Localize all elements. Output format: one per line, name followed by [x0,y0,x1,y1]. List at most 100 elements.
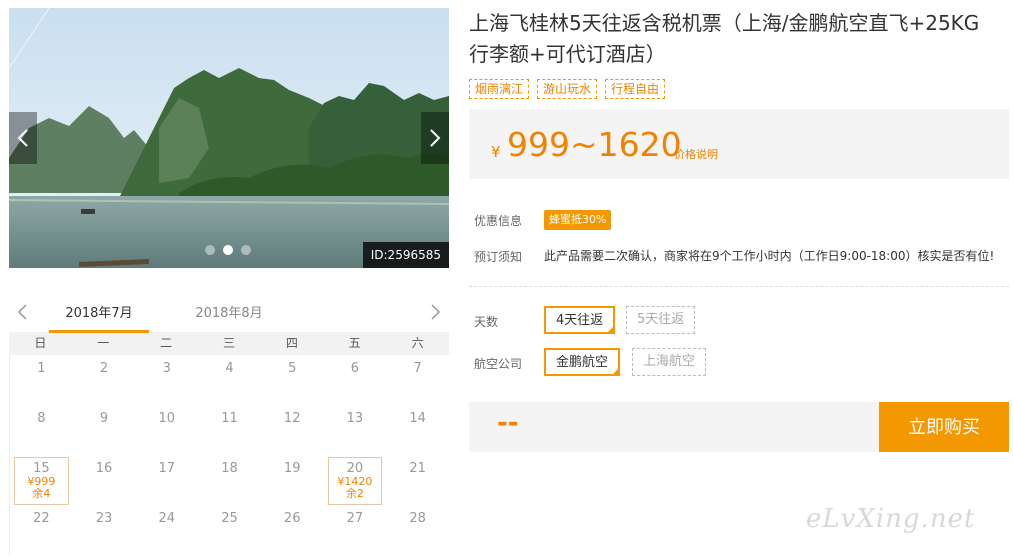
day-number: 13 [346,411,364,426]
calendar-day: 18 [198,455,261,505]
weekday-label: 五 [348,336,361,350]
weekday-header: 日 一 二 三 四 五 六 [9,332,449,355]
weekday-label: 四 [285,336,298,350]
calendar-day: 23 [73,505,136,555]
day-number: 28 [409,511,426,526]
photo-id-label: ID:2596585 [362,242,449,268]
slide-dot[interactable] [205,245,215,255]
calendar-day: 28 [386,505,449,555]
day-number: 11 [221,411,238,426]
calendar-day: 10 [135,405,198,455]
booking-notice-text: 此产品需要二次确认，商家将在9个工作小时内（工作日9:00-18:00）核实是否… [544,249,995,263]
calendar-day: 16 [73,455,136,505]
tag-label: 游山玩水 [537,79,598,99]
day-number: 24 [158,511,176,526]
calendar-day: 7 [386,355,449,405]
option-airline-jinpeng[interactable]: 金鹏航空 [544,348,621,376]
selected-price: -- [497,408,519,438]
calendar-day: 3 [135,355,198,405]
day-number: 26 [283,511,301,526]
calendar-day: 19 [261,455,324,505]
calendar-day: 6 [324,355,387,405]
day-number: 8 [37,411,46,426]
calendar-day: 12 [261,405,324,455]
day-number: 10 [158,411,176,426]
day-number: 16 [95,461,113,476]
selected-price-bar: -- [469,402,879,452]
calendar-day: 2 [73,355,136,405]
calendar-day: 21 [386,455,449,505]
weekday-label: 六 [411,336,424,350]
weekday-label: 日 [34,336,47,350]
day-number: 12 [283,411,301,426]
calendar-day: 22 [10,505,73,555]
calendar-day: 8 [10,405,73,455]
calendar-day-available[interactable]: 20 ¥1420 余2 [324,455,387,505]
gallery-prev-button[interactable] [9,112,37,164]
calendar-header: 2018年7月 2018年8月 [9,296,449,333]
calendar-day: 11 [198,405,261,455]
calendar-next-month-icon[interactable] [425,302,445,322]
day-number: 25 [221,511,238,526]
day-number: 3 [162,361,171,376]
day-number: 14 [409,411,426,426]
chevron-right-icon [430,129,441,147]
product-tags: 烟雨漓江 游山玩水 行程自由 [469,79,666,99]
buy-now-button[interactable]: 立即购买 [879,402,1009,452]
calendar-day: 17 [135,455,198,505]
calendar-day: 14 [386,405,449,455]
month-tab-august[interactable]: 2018年8月 [179,302,279,330]
day-number: 2 [99,361,109,376]
day-number: 4 [225,361,234,376]
product-title: 上海飞桂林5天往返含税机票（上海/金鹏航空直飞+25KG行李额+可代订酒店） [469,11,980,66]
day-number: 27 [346,511,364,526]
month-tab-july[interactable]: 2018年7月 [49,302,149,333]
day-number: 19 [283,461,301,476]
notice-label: 预订须知 [474,250,523,264]
calendar-day: 26 [261,505,324,555]
chevron-left-icon [17,129,28,147]
slide-dot[interactable] [241,245,251,255]
promo-label: 优惠信息 [474,214,523,228]
calendar-day: 5 [261,355,324,405]
slide-dot-active[interactable] [223,245,233,255]
calendar-day: 24 [135,505,198,555]
option-4-day-round-trip[interactable]: 4天往返 [544,306,616,334]
tag-label: 行程自由 [605,79,666,99]
available-day-frame [327,457,383,505]
section-divider [469,286,1009,287]
day-number: 23 [95,511,113,526]
scenery-photo [9,8,449,268]
photo-gallery: ID:2596585 [9,8,449,268]
slide-indicators [205,245,251,255]
gallery-next-button[interactable] [421,112,449,164]
price-panel: ¥ 999~1620 价格说明 [469,109,1009,179]
calendar-day: 4 [198,355,261,405]
option-5-day-round-trip[interactable]: 5天往返 [626,306,696,334]
day-number: 18 [221,461,238,476]
currency-symbol: ¥ [491,143,501,161]
day-number: 22 [33,511,50,526]
calendar-day: 1 [10,355,73,405]
option-airline-shanghai[interactable]: 上海航空 [632,348,707,376]
available-day-frame [14,457,69,505]
day-number: 9 [99,411,109,426]
price-range: 999~1620 [507,125,682,164]
weekday-label: 二 [160,336,173,350]
calendar-day: 25 [198,505,261,555]
days-label: 天数 [474,315,499,329]
weekday-label: 三 [223,336,236,350]
price-explain-link[interactable]: 价格说明 [674,146,718,162]
watermark-text: eLvXing.net [806,504,976,534]
weekday-label: 一 [97,336,110,350]
day-number: 21 [409,461,426,476]
calendar-day: 9 [73,405,136,455]
airline-label: 航空公司 [474,357,523,371]
calendar-day: 27 [324,505,387,555]
calendar-day: 13 [324,405,387,455]
calendar-day-available[interactable]: 15 ¥999 余4 [10,455,73,505]
calendar-prev-month-icon[interactable] [13,302,33,322]
day-number: 7 [413,361,422,376]
tag-label: 烟雨漓江 [469,79,530,99]
day-number: 1 [37,361,46,376]
